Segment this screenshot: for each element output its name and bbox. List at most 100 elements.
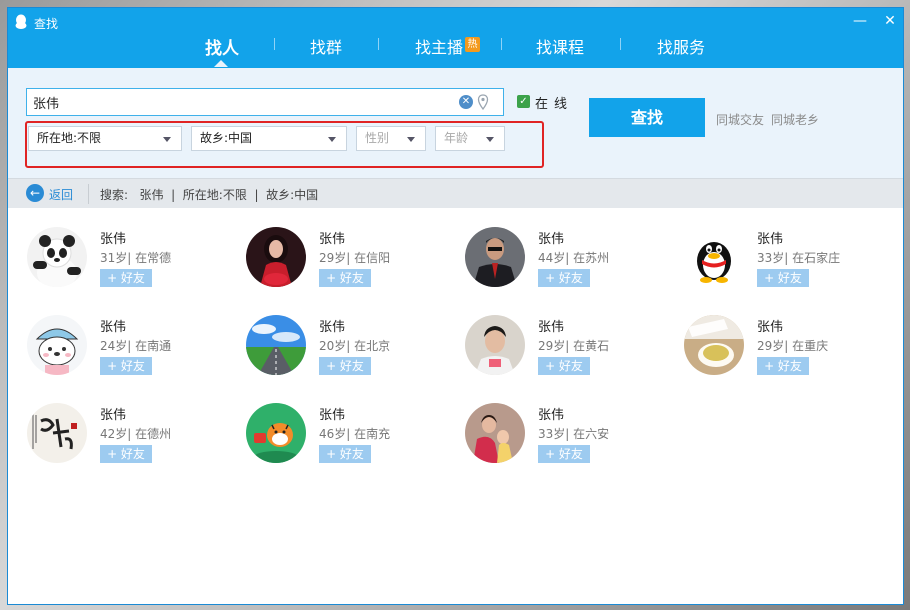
result-card[interactable]: 张伟 33岁| 在六安 + 好友 [465, 403, 665, 483]
add-friend-button[interactable]: + 好友 [538, 269, 590, 287]
qq-logo-icon [15, 14, 27, 29]
cartoon-tiger-avatar-icon [246, 403, 306, 463]
divider [88, 184, 89, 204]
tab-find-streamers-label: 找主播 [415, 38, 464, 57]
tab-find-services[interactable]: 找服务 [657, 34, 705, 58]
result-meta: 33岁| 在六安 [538, 427, 610, 441]
result-card[interactable]: 张伟 24岁| 在南通 + 好友 [27, 315, 227, 395]
result-meta: 29岁| 在黄石 [538, 339, 610, 353]
back-arrow-icon[interactable]: ← [26, 184, 44, 202]
filter-summary-bar: ← 返回 搜索: 张伟 | 所在地:不限 | 故乡:中国 [8, 178, 903, 208]
active-tab-indicator [214, 60, 228, 67]
add-friend-button[interactable]: + 好友 [319, 445, 371, 463]
hot-badge: 热 [465, 37, 481, 52]
add-friend-button[interactable]: + 好友 [538, 445, 590, 463]
close-button[interactable]: ✕ [880, 11, 900, 31]
young-man-avatar-icon [465, 315, 525, 375]
result-meta: 29岁| 在信阳 [319, 251, 391, 265]
online-checkbox[interactable]: ✓ [517, 95, 530, 108]
tab-separator [620, 38, 621, 50]
result-meta: 31岁| 在常德 [100, 251, 172, 265]
add-friend-button[interactable]: + 好友 [100, 269, 152, 287]
avatar[interactable] [465, 227, 525, 287]
result-meta: 44岁| 在苏州 [538, 251, 610, 265]
result-name[interactable]: 张伟 [538, 404, 564, 423]
result-name[interactable]: 张伟 [100, 404, 126, 423]
result-meta: 24岁| 在南通 [100, 339, 172, 353]
add-friend-button[interactable]: + 好友 [757, 269, 809, 287]
tab-separator [274, 38, 275, 50]
tab-separator [378, 38, 379, 50]
result-card[interactable]: 张伟 29岁| 在信阳 + 好友 [246, 227, 446, 307]
add-friend-button[interactable]: + 好友 [319, 269, 371, 287]
man-in-suit-avatar-icon [465, 227, 525, 287]
result-card[interactable]: 张伟 33岁| 在石家庄 + 好友 [684, 227, 884, 307]
result-name[interactable]: 张伟 [319, 316, 345, 335]
result-name[interactable]: 张伟 [538, 228, 564, 247]
clear-icon[interactable]: ✕ [459, 95, 473, 109]
add-friend-button[interactable]: + 好友 [319, 357, 371, 375]
avatar[interactable] [684, 315, 744, 375]
result-card[interactable]: 张伟 46岁| 在南充 + 好友 [246, 403, 446, 483]
tab-bar: 找人 找群 找主播热 找课程 找服务 [8, 30, 903, 68]
qq-penguin-avatar-icon [684, 227, 744, 287]
search-input[interactable] [33, 93, 453, 111]
result-meta: 20岁| 在北京 [319, 339, 391, 353]
tab-find-streamers[interactable]: 找主播热 [415, 34, 481, 58]
avatar[interactable] [27, 403, 87, 463]
result-name[interactable]: 张伟 [757, 228, 783, 247]
search-panel: ✕ ✓ 在线 查找 同城交友 同城老乡 所在地:不限 故乡:中国 性别 年龄 [8, 68, 903, 178]
filter-highlight-box [25, 121, 544, 168]
result-meta: 29岁| 在重庆 [757, 339, 829, 353]
avatar[interactable] [465, 403, 525, 463]
result-card[interactable]: 张伟 29岁| 在黄石 + 好友 [465, 315, 665, 395]
result-card[interactable]: 张伟 44岁| 在苏州 + 好友 [465, 227, 665, 307]
sky-road-avatar-icon [246, 315, 306, 375]
panda-avatar-icon [27, 227, 87, 287]
hometown-link[interactable]: 同城老乡 [771, 111, 819, 128]
tea-cup-avatar-icon [684, 315, 744, 375]
minimize-button[interactable]: — [850, 11, 870, 31]
woman-portrait-avatar-icon [246, 227, 306, 287]
result-meta: 46岁| 在南充 [319, 427, 391, 441]
result-card[interactable]: 张伟 42岁| 在德州 + 好友 [27, 403, 227, 483]
avatar[interactable] [684, 227, 744, 287]
avatar[interactable] [246, 227, 306, 287]
tab-find-courses[interactable]: 找课程 [536, 34, 584, 58]
result-name[interactable]: 张伟 [319, 228, 345, 247]
cartoon-bear-avatar-icon [27, 315, 87, 375]
tab-find-groups[interactable]: 找群 [310, 34, 342, 58]
back-link[interactable]: 返回 [49, 186, 73, 203]
search-button[interactable]: 查找 [589, 98, 705, 137]
avatar[interactable] [465, 315, 525, 375]
tab-separator [501, 38, 502, 50]
add-friend-button[interactable]: + 好友 [538, 357, 590, 375]
header-bar: 查找 — ✕ 找人 找群 找主播热 找课程 找服务 [8, 8, 903, 68]
online-label: 在线 [535, 97, 574, 112]
local-friends-link[interactable]: 同城交友 [716, 111, 764, 128]
result-card[interactable]: 张伟 31岁| 在常德 + 好友 [27, 227, 227, 307]
add-friend-button[interactable]: + 好友 [100, 357, 152, 375]
family-photo-avatar-icon [465, 403, 525, 463]
result-name[interactable]: 张伟 [319, 404, 345, 423]
tab-find-people[interactable]: 找人 [205, 34, 239, 59]
find-window: 查找 — ✕ 找人 找群 找主播热 找课程 找服务 ✕ ✓ 在线 查找 [7, 7, 904, 605]
result-card[interactable]: 张伟 29岁| 在重庆 + 好友 [684, 315, 884, 395]
result-card[interactable]: 张伟 20岁| 在北京 + 好友 [246, 315, 446, 395]
result-name[interactable]: 张伟 [757, 316, 783, 335]
result-meta: 33岁| 在石家庄 [757, 251, 841, 265]
result-meta: 42岁| 在德州 [100, 427, 172, 441]
add-friend-button[interactable]: + 好友 [757, 357, 809, 375]
avatar[interactable] [27, 227, 87, 287]
result-name[interactable]: 张伟 [100, 228, 126, 247]
search-summary: 搜索: 张伟 | 所在地:不限 | 故乡:中国 [100, 188, 319, 202]
result-name[interactable]: 张伟 [100, 316, 126, 335]
add-friend-button[interactable]: + 好友 [100, 445, 152, 463]
results-grid: 张伟 31岁| 在常德 + 好友 张伟 29岁| 在信阳 + 好友 张伟 44岁… [8, 208, 903, 604]
location-pin-icon[interactable] [477, 94, 489, 110]
search-field[interactable]: ✕ [26, 88, 504, 116]
result-name[interactable]: 张伟 [538, 316, 564, 335]
avatar[interactable] [246, 315, 306, 375]
avatar[interactable] [27, 315, 87, 375]
avatar[interactable] [246, 403, 306, 463]
